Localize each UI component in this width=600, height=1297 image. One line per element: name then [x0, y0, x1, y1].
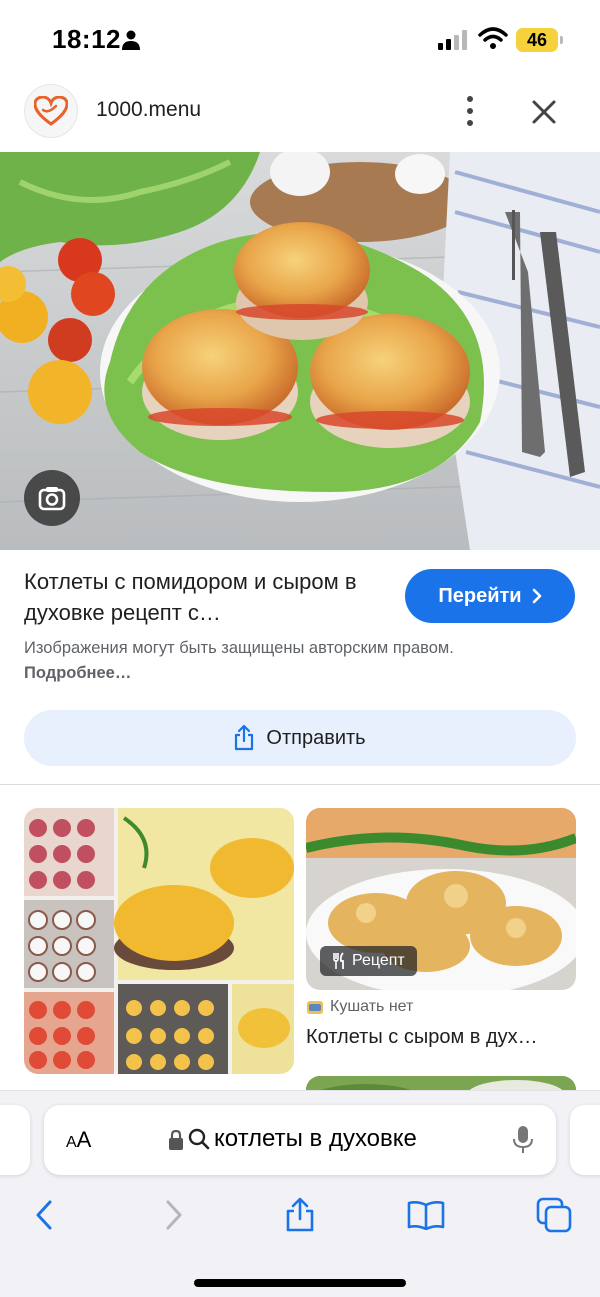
- chevron-right-icon: [166, 1200, 182, 1230]
- learn-more-link[interactable]: Подробнее…: [24, 664, 131, 682]
- section-divider: [0, 784, 600, 785]
- tabs-button[interactable]: [534, 1195, 574, 1235]
- bookmarks-button[interactable]: [406, 1195, 446, 1235]
- related-image-collage[interactable]: [24, 808, 294, 1074]
- person-icon: [122, 30, 140, 50]
- site-favicon-icon: [307, 1001, 323, 1014]
- share-button[interactable]: Отправить: [24, 710, 576, 766]
- share-icon: [235, 725, 254, 751]
- address-bar[interactable]: AA котлеты в духовке: [44, 1105, 556, 1175]
- copyright-notice: Изображения могут быть защищены авторски…: [24, 636, 524, 686]
- heart-logo-icon: [34, 96, 68, 126]
- site-logo[interactable]: [24, 84, 78, 138]
- tabs-icon: [536, 1197, 572, 1233]
- hero-image[interactable]: [0, 152, 600, 550]
- microphone-icon[interactable]: [512, 1125, 534, 1155]
- share-page-button[interactable]: [280, 1195, 320, 1235]
- lens-icon: [38, 487, 66, 511]
- previous-tab-peek[interactable]: [0, 1105, 30, 1175]
- lock-icon: [169, 1129, 183, 1150]
- chevron-right-icon: [532, 588, 541, 604]
- search-icon: [188, 1128, 210, 1150]
- book-icon: [407, 1201, 445, 1230]
- close-icon[interactable]: [530, 98, 558, 126]
- visit-button-label: Перейти: [438, 584, 522, 607]
- battery-indicator: 46: [516, 28, 563, 52]
- aa-small: A: [66, 1134, 77, 1151]
- chevron-left-icon: [36, 1200, 52, 1230]
- utensils-icon: [333, 952, 344, 969]
- result-title[interactable]: Котлеты с помидором и сыром в духовке ре…: [24, 566, 384, 628]
- source-header: 1000.menu: [0, 84, 600, 140]
- share-button-label: Отправить: [266, 726, 366, 749]
- more-options-icon[interactable]: [458, 94, 482, 128]
- recipe-badge: Рецепт: [320, 946, 417, 976]
- related-source[interactable]: Кушать нет: [306, 998, 413, 1016]
- related-title[interactable]: Котлеты с сыром в дух…: [306, 1026, 576, 1049]
- cellular-signal-icon: [438, 30, 467, 50]
- share-icon: [286, 1197, 314, 1232]
- status-bar: 18:12 46: [0, 0, 600, 76]
- visit-button[interactable]: Перейти: [405, 569, 575, 623]
- home-indicator: [194, 1279, 406, 1287]
- reader-options-button[interactable]: AA: [66, 1127, 91, 1153]
- recipe-badge-label: Рецепт: [352, 952, 405, 969]
- next-tab-peek[interactable]: [570, 1105, 600, 1175]
- browser-toolbar: AA котлеты в духовке: [0, 1090, 600, 1297]
- aa-big: A: [76, 1127, 92, 1152]
- status-time: 18:12: [52, 24, 121, 54]
- related-source-name: Кушать нет: [330, 998, 414, 1015]
- forward-button[interactable]: [154, 1195, 194, 1235]
- google-lens-button[interactable]: [24, 470, 80, 526]
- back-button[interactable]: [24, 1195, 64, 1235]
- wifi-icon: [478, 27, 508, 49]
- copyright-text: Изображения могут быть защищены авторски…: [24, 639, 454, 657]
- site-name[interactable]: 1000.menu: [96, 98, 201, 122]
- search-query[interactable]: котлеты в духовке: [214, 1125, 417, 1153]
